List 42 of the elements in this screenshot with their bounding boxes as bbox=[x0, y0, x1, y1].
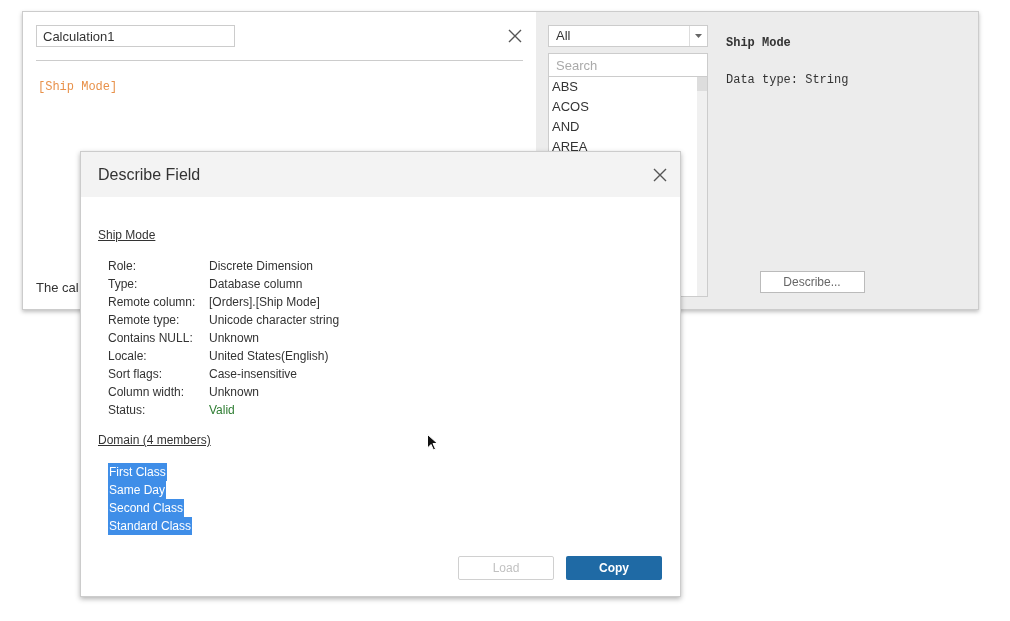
property-value: Database column bbox=[209, 276, 304, 293]
function-item[interactable]: ABS bbox=[552, 77, 578, 97]
help-title: Ship Mode bbox=[726, 35, 791, 52]
property-label: Contains NULL: bbox=[108, 330, 194, 347]
caret-icon bbox=[695, 34, 702, 38]
help-text: Data type: String bbox=[726, 72, 849, 89]
property-label: Locale: bbox=[108, 348, 148, 365]
function-item[interactable]: AND bbox=[552, 117, 580, 137]
name-field[interactable]: Calculation1 bbox=[36, 25, 235, 47]
property-value: Discrete Dimension bbox=[209, 258, 315, 275]
property-value: Unknown bbox=[209, 330, 261, 347]
describe-button[interactable]: Describe... bbox=[759, 271, 865, 293]
domain-member: First Class bbox=[108, 463, 167, 481]
property-label: Remote type: bbox=[108, 312, 181, 329]
copy-button[interactable]: Copy bbox=[566, 556, 662, 580]
property-value: [Orders].[Ship Mode] bbox=[209, 294, 321, 311]
property-value: Valid bbox=[209, 402, 236, 419]
domain-member: Second Class bbox=[108, 499, 185, 517]
category-dropdown[interactable]: All bbox=[548, 25, 708, 47]
property-label: Sort flags: bbox=[108, 366, 164, 383]
property-value: United States(English) bbox=[209, 348, 330, 365]
property-value: Unknown bbox=[209, 384, 261, 401]
domain-title: Domain (4 members) bbox=[98, 432, 211, 449]
close-icon[interactable] bbox=[508, 29, 522, 43]
field-name: Ship Mode bbox=[98, 227, 156, 244]
property-label: Status: bbox=[108, 402, 147, 419]
formula-text: [Ship Mode] bbox=[38, 80, 118, 94]
property-label: Remote column: bbox=[108, 294, 197, 311]
scrollbar[interactable] bbox=[697, 77, 707, 296]
property-label: Type: bbox=[108, 276, 139, 293]
domain-member: Same Day bbox=[108, 481, 167, 499]
search-field[interactable]: Search bbox=[548, 53, 708, 77]
status-text: The cal bbox=[36, 278, 79, 297]
cursor-icon bbox=[427, 434, 438, 451]
dialog-title: Describe Field bbox=[98, 164, 201, 185]
close-icon[interactable] bbox=[653, 167, 667, 182]
domain-member: Standard Class bbox=[108, 517, 193, 535]
property-label: Role: bbox=[108, 258, 137, 275]
property-value: Case-insensitive bbox=[209, 366, 299, 383]
property-value: Unicode character string bbox=[209, 312, 340, 329]
function-item[interactable]: ACOS bbox=[552, 97, 589, 117]
property-label: Column width: bbox=[108, 384, 186, 401]
